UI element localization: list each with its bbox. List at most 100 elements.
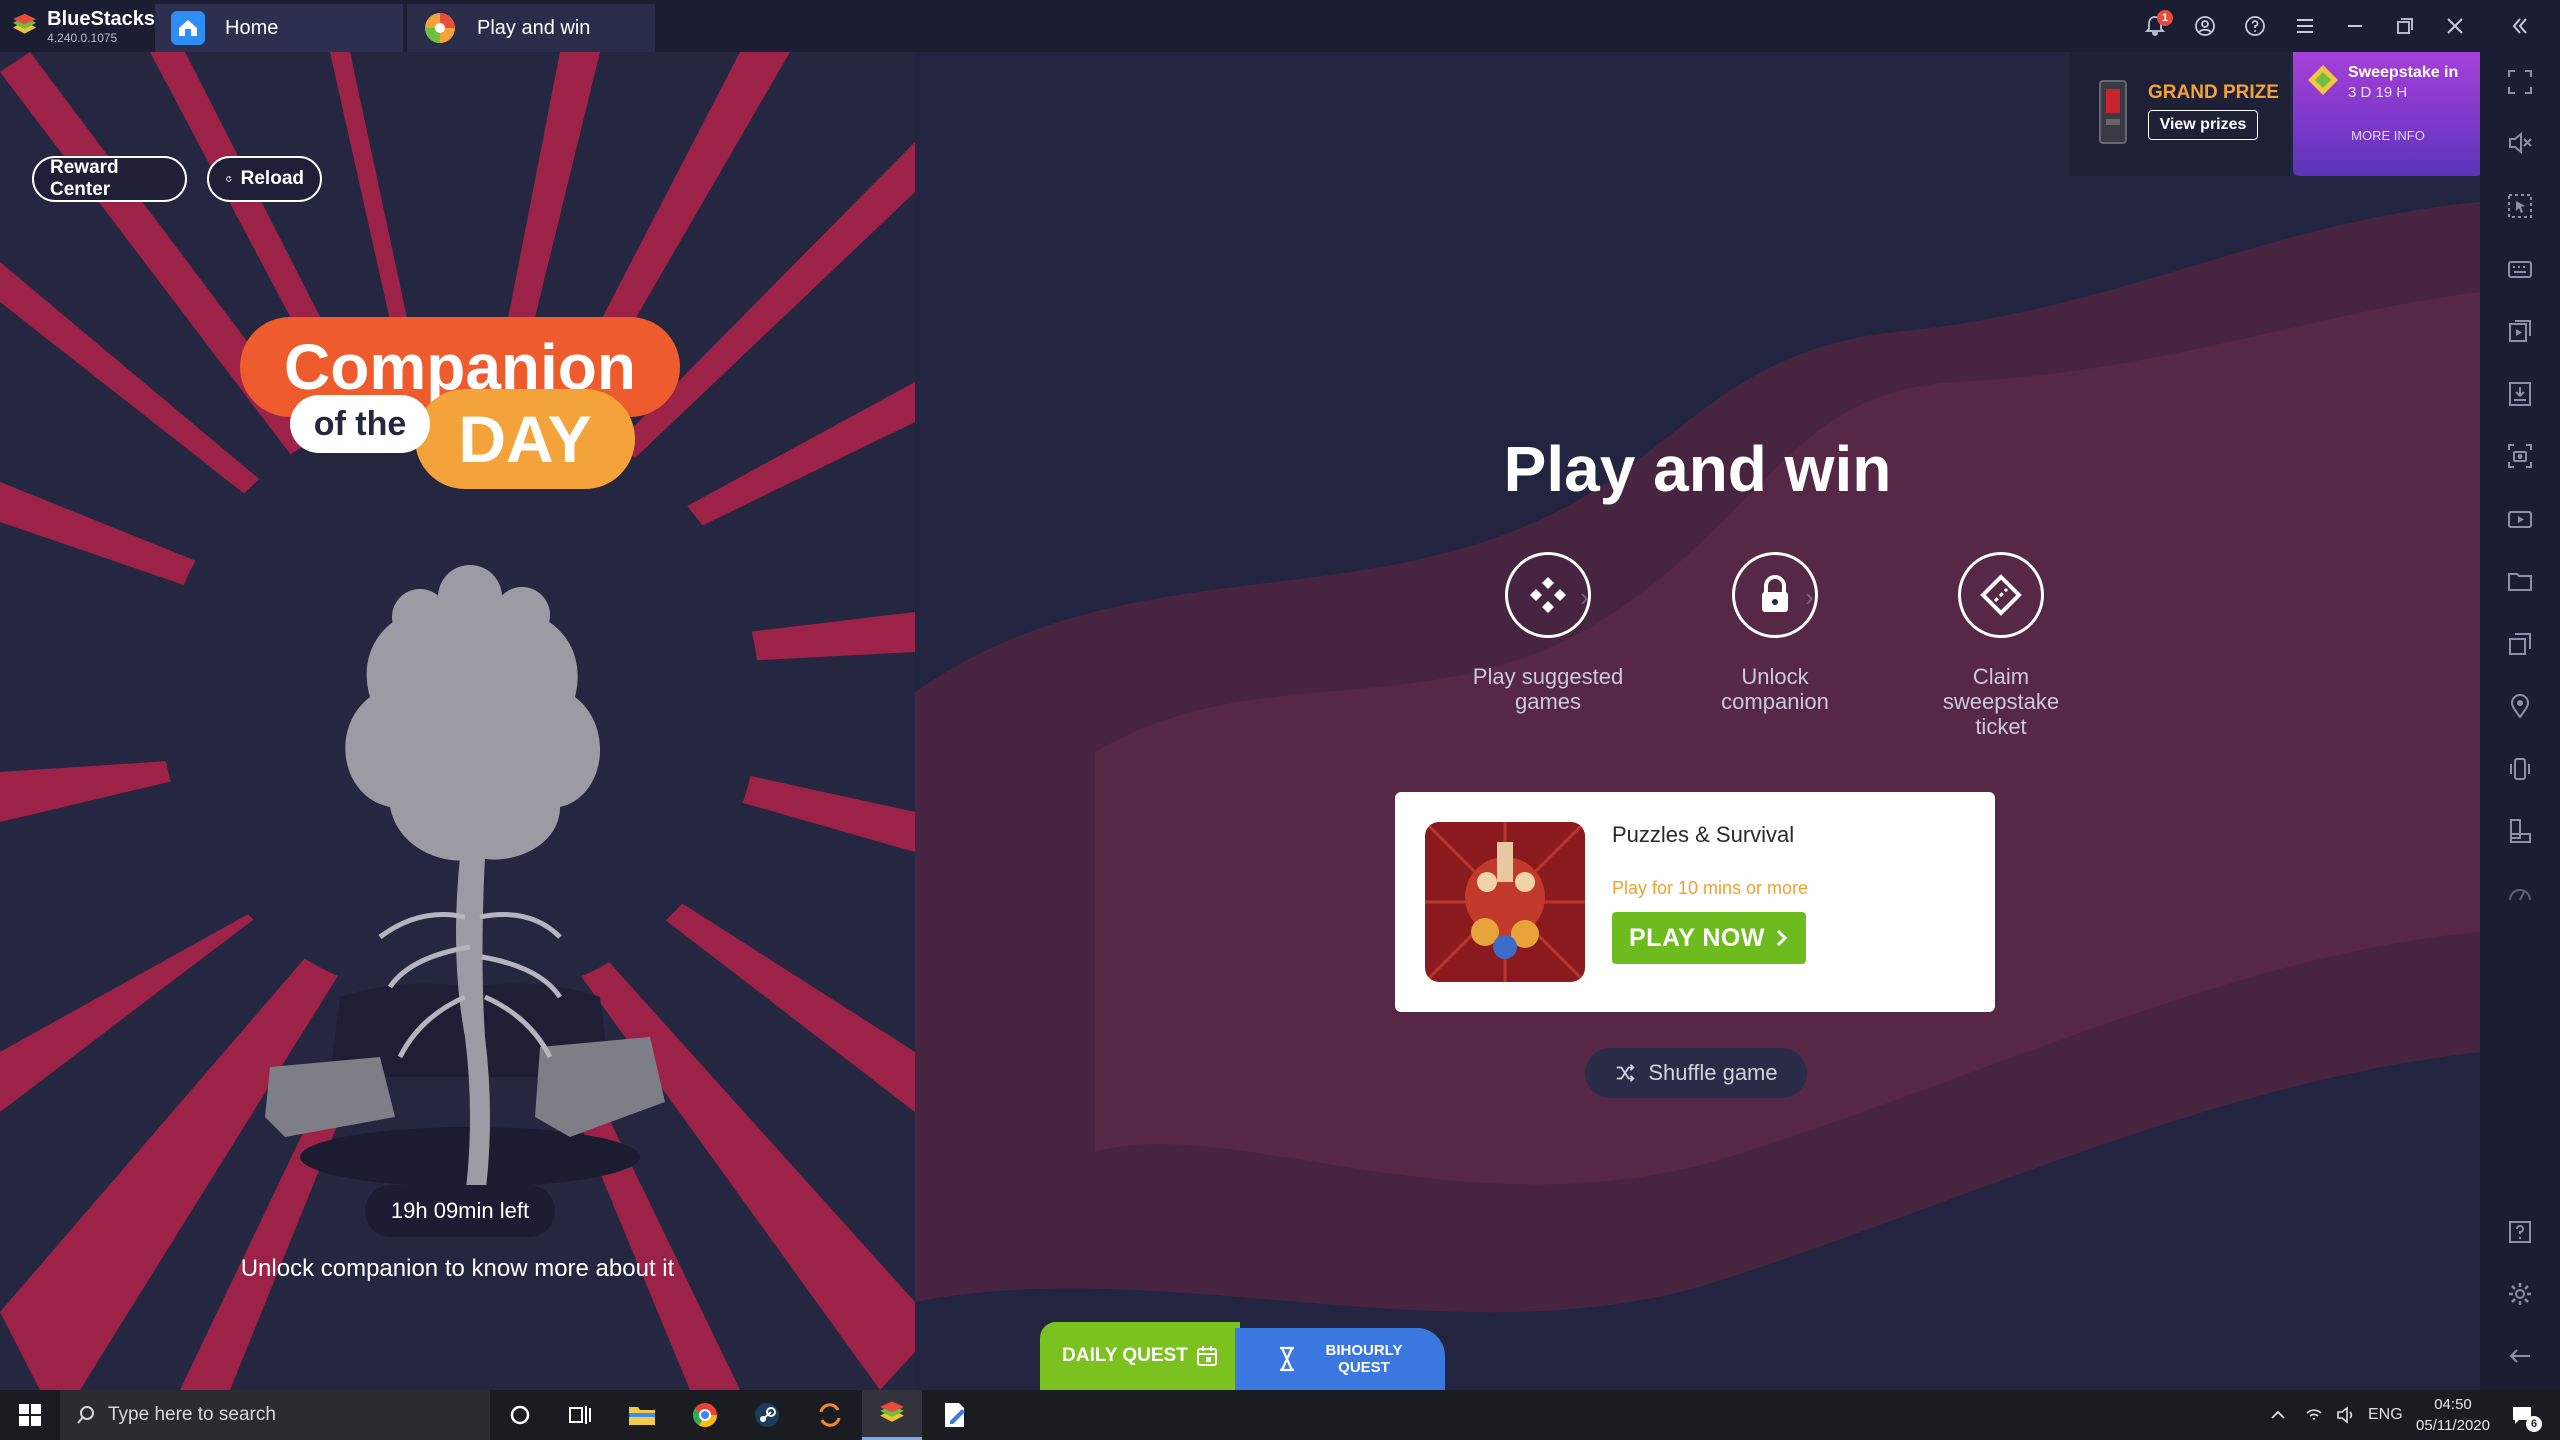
apk-icon xyxy=(2509,382,2531,406)
fullscreen-icon xyxy=(2508,70,2532,94)
brand-version: 4.240.0.1075 xyxy=(47,30,118,45)
gamepad-icon xyxy=(1505,552,1591,638)
game-requirement: Play for 10 mins or more xyxy=(1612,878,1809,898)
system-tray: ENG xyxy=(2268,1390,2403,1440)
file-explorer-button[interactable] xyxy=(612,1390,672,1440)
shake-icon xyxy=(2510,758,2530,780)
reload-button[interactable]: Reload xyxy=(207,156,322,202)
location-button[interactable] xyxy=(2480,679,2560,733)
close-button[interactable] xyxy=(2430,0,2480,52)
screenshot-button[interactable] xyxy=(2480,429,2560,483)
speaker-icon[interactable] xyxy=(2336,1405,2356,1425)
game-thumbnail[interactable] xyxy=(1425,822,1585,982)
view-prizes-button[interactable]: View prizes xyxy=(2148,110,2258,140)
hourglass-icon xyxy=(1279,1346,1294,1372)
shake-button[interactable] xyxy=(2480,742,2560,796)
sweepstake-countdown: 3 D 19 H xyxy=(2348,84,2408,101)
action-center-count: 6 xyxy=(2526,1416,2542,1432)
step-label-play: Play suggested games xyxy=(1472,664,1624,714)
clock-date: 05/11/2020 xyxy=(2416,1417,2490,1434)
steam-button[interactable] xyxy=(737,1390,797,1440)
grand-prize-label: GRAND PRIZE xyxy=(2148,82,2279,103)
pointer-select-icon xyxy=(2508,194,2532,218)
shuffle-game-button[interactable]: Shuffle game xyxy=(1585,1048,1807,1098)
folder-icon xyxy=(2508,573,2532,591)
mute-icon xyxy=(2509,131,2532,155)
tab-play-and-win[interactable]: Play and win xyxy=(407,4,655,52)
help-side-button[interactable] xyxy=(2480,1205,2560,1259)
arrow-left-icon xyxy=(2509,1349,2530,1363)
start-button[interactable] xyxy=(0,1390,60,1440)
steam-icon xyxy=(755,1403,779,1427)
account-icon xyxy=(2195,16,2215,36)
reload-label: Reload xyxy=(240,168,304,189)
restore-button[interactable] xyxy=(2380,0,2430,52)
volume-button[interactable] xyxy=(2480,116,2560,170)
title-bar: BlueStacks 4.240.0.1075 Home Play and wi… xyxy=(0,0,2560,52)
task-view-icon xyxy=(569,1406,591,1424)
action-center-button[interactable]: 6 xyxy=(2492,1390,2552,1440)
menu-button[interactable] xyxy=(2280,0,2330,52)
app-orange-button[interactable] xyxy=(800,1390,860,1440)
chrome-button[interactable] xyxy=(675,1390,735,1440)
macro-button[interactable] xyxy=(2480,304,2560,358)
companion-panel: Reward Center Reload Companion DAY of th… xyxy=(0,52,915,1390)
chrome-icon xyxy=(692,1403,717,1428)
media-folder-button[interactable] xyxy=(2480,554,2560,608)
notepad-button[interactable] xyxy=(925,1390,985,1440)
step-unlock-companion: Unlock companion xyxy=(1695,552,1855,714)
eco-mode-button[interactable] xyxy=(2480,867,2560,921)
bihourly-quest-tab[interactable]: BIHOURLY QUEST xyxy=(1235,1328,1445,1390)
collapse-sidebar-button[interactable] xyxy=(2480,0,2560,52)
document-edit-icon xyxy=(945,1403,965,1427)
calendar-icon xyxy=(1196,1346,1217,1366)
reload-icon xyxy=(226,175,232,182)
account-button[interactable] xyxy=(2180,0,2230,52)
sweepstake-box[interactable]: Sweepstake in 3 D 19 H MORE INFO xyxy=(2293,52,2480,176)
apk-install-button[interactable] xyxy=(2480,367,2560,421)
task-view-button[interactable] xyxy=(550,1390,610,1440)
bluestacks-taskbar-icon xyxy=(880,1400,904,1422)
ticket-icon xyxy=(1958,552,2044,638)
play-and-win-icon xyxy=(423,11,457,45)
video-record-icon xyxy=(2508,511,2532,528)
cortana-button[interactable] xyxy=(490,1390,550,1440)
multi-instance-button[interactable] xyxy=(2480,617,2560,671)
help-button[interactable] xyxy=(2230,0,2280,52)
settings-button[interactable] xyxy=(2480,1267,2560,1321)
chevron-right-icon: › xyxy=(1805,582,1814,612)
bluestacks-taskbar-button[interactable] xyxy=(862,1390,922,1440)
back-button[interactable] xyxy=(2480,1329,2560,1383)
tab-home[interactable]: Home xyxy=(155,4,403,52)
network-icon[interactable] xyxy=(2304,1405,2324,1425)
step-play-games: Play suggested games xyxy=(1468,552,1628,714)
language-indicator[interactable]: ENG xyxy=(2368,1406,2403,1424)
keyboard-button[interactable] xyxy=(2480,242,2560,296)
speedometer-icon xyxy=(2509,889,2531,901)
bluestacks-window: BlueStacks 4.240.0.1075 Home Play and wi… xyxy=(0,0,2560,1440)
page-title: Play and win xyxy=(1503,433,1892,505)
step-label-claim: Claim sweepstake ticket xyxy=(1942,664,2060,739)
taskbar-clock[interactable]: 04:50 05/11/2020 xyxy=(2408,1394,2498,1436)
tray-chevron-up-icon[interactable] xyxy=(2268,1405,2288,1425)
logo-day: DAY xyxy=(415,389,635,489)
search-placeholder: Type here to search xyxy=(108,1404,276,1425)
play-now-button[interactable]: PLAY NOW xyxy=(1612,912,1806,964)
companion-of-the-day-logo: Companion DAY of the xyxy=(240,317,680,497)
brand: BlueStacks 4.240.0.1075 xyxy=(0,0,155,52)
reward-center-button[interactable]: Reward Center xyxy=(32,156,187,202)
fullscreen-button[interactable] xyxy=(2480,55,2560,109)
record-button[interactable] xyxy=(2480,492,2560,546)
notifications-button[interactable]: 1 xyxy=(2130,0,2180,52)
windows-taskbar: Type here to search ENG 04:50 05/11/2020… xyxy=(0,1390,2560,1440)
minimize-button[interactable] xyxy=(2330,0,2380,52)
more-info-link[interactable]: MORE INFO xyxy=(2293,128,2480,143)
grand-prize-box: GRAND PRIZE View prizes xyxy=(2070,52,2290,176)
daily-quest-tab[interactable]: DAILY QUEST xyxy=(1040,1322,1240,1390)
select-button[interactable] xyxy=(2480,179,2560,233)
hamburger-icon xyxy=(2297,19,2313,33)
taskbar-search[interactable]: Type here to search xyxy=(60,1390,490,1440)
rotate-button[interactable] xyxy=(2480,804,2560,858)
minimize-icon xyxy=(2348,25,2362,27)
bluestacks-logo-icon xyxy=(13,13,37,34)
